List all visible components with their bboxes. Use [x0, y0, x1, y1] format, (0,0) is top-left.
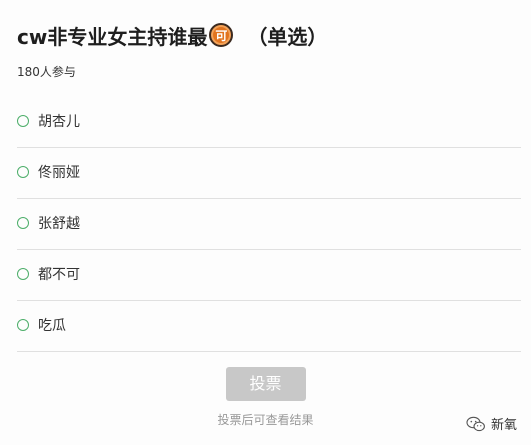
- radio-icon[interactable]: [17, 319, 29, 331]
- poll-type-label: （单选）: [247, 24, 328, 49]
- poll-option-5[interactable]: 吃瓜: [17, 301, 521, 352]
- option-label: 吃瓜: [38, 318, 66, 334]
- vote-button[interactable]: 投票: [225, 367, 306, 401]
- badge-icon: 可: [209, 23, 234, 47]
- radio-icon[interactable]: [17, 166, 29, 178]
- radio-icon[interactable]: [17, 115, 29, 127]
- watermark-text: 新氧: [490, 418, 517, 433]
- option-label: 佟丽娅: [38, 165, 80, 181]
- option-list: 胡杏儿 佟丽娅 张舒越 都不可 吃瓜: [17, 97, 521, 352]
- vote-section: 投票 投票后可查看结果: [0, 367, 531, 428]
- vote-note: 投票后可查看结果: [217, 413, 314, 427]
- poll-option-2[interactable]: 佟丽娅: [17, 148, 521, 199]
- option-label: 都不可: [38, 267, 80, 283]
- watermark: 新氧: [466, 414, 517, 433]
- poll-option-1[interactable]: 胡杏儿: [17, 97, 521, 148]
- poll-title-row: cw非专业女主持谁最 可 （单选）: [17, 0, 521, 52]
- poll-title: cw非专业女主持谁最: [17, 24, 208, 49]
- radio-icon[interactable]: [17, 268, 29, 280]
- radio-icon[interactable]: [17, 217, 29, 229]
- wechat-icon: [466, 416, 485, 431]
- participant-count: 180人参与: [17, 65, 76, 79]
- option-label: 张舒越: [38, 216, 80, 232]
- poll-option-4[interactable]: 都不可: [17, 250, 521, 301]
- poll-option-3[interactable]: 张舒越: [17, 199, 521, 250]
- poll-card: cw非专业女主持谁最 可 （单选） 180人参与 胡杏儿 佟丽娅 张舒越 都不可…: [17, 0, 521, 352]
- option-label: 胡杏儿: [38, 114, 80, 130]
